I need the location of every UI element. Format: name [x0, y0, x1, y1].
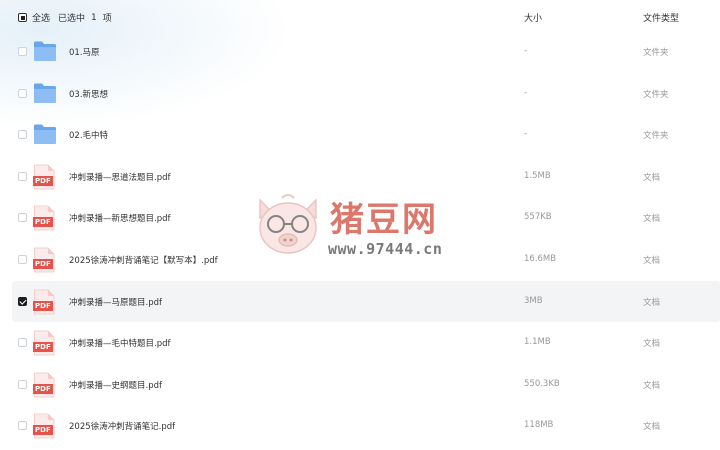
- file-row[interactable]: PDF 2025徐涛冲刺背诵笔记.pdf 118MB 文档: [0, 405, 720, 447]
- file-name[interactable]: 冲刺录播—新思想题目.pdf: [69, 212, 171, 224]
- row-checkbox[interactable]: [18, 47, 27, 56]
- file-size: -: [524, 87, 528, 98]
- pdf-icon: PDF: [33, 247, 57, 273]
- selected-prefix: 已选中: [58, 14, 86, 24]
- pdf-icon: PDF: [33, 330, 57, 356]
- file-manager: 全选 已选中 1 项 大小 文件类型 01.马原 - 文件夹 03.新思想 - 文件夹 02…: [0, 0, 720, 450]
- file-size: 16.6MB: [524, 253, 557, 264]
- pdf-label: PDF: [33, 425, 53, 436]
- file-size: -: [524, 129, 528, 140]
- row-checkbox[interactable]: [18, 379, 27, 389]
- file-row[interactable]: PDF 冲刺录播—新思想题目.pdf 557KB 文档: [0, 197, 720, 239]
- row-checkbox[interactable]: [18, 338, 27, 348]
- file-name[interactable]: 2025徐涛冲刺背诵笔记.pdf: [69, 420, 175, 432]
- file-row[interactable]: 01.马原 - 文件夹: [0, 31, 720, 73]
- file-name[interactable]: 01.马原: [69, 46, 100, 58]
- pdf-icon: PDF: [33, 289, 57, 315]
- file-name[interactable]: 2025徐涛冲刺背诵笔记【默写本】.pdf: [69, 254, 218, 266]
- row-checkbox[interactable]: [18, 171, 27, 181]
- file-size: 1.5MB: [524, 170, 551, 181]
- pdf-icon: PDF: [33, 413, 57, 439]
- file-type: 文件夹: [643, 131, 669, 142]
- folder-icon: [33, 82, 57, 108]
- row-checkbox[interactable]: [18, 130, 27, 140]
- file-size: 550.3KB: [524, 378, 560, 389]
- column-header-size[interactable]: 大小: [524, 11, 542, 24]
- pdf-icon: PDF: [33, 164, 57, 190]
- file-name[interactable]: 冲刺录播—史纲题目.pdf: [69, 379, 162, 391]
- file-list: 01.马原 - 文件夹 03.新思想 - 文件夹 02.毛中特 - 文件夹 PDF 冲刺录播—思道法…: [0, 31, 720, 447]
- file-type: 文档: [643, 339, 661, 350]
- row-checkbox[interactable]: [18, 88, 27, 98]
- file-row[interactable]: PDF 2025徐涛冲刺背诵笔记【默写本】.pdf 16.6MB 文档: [0, 239, 720, 281]
- file-row[interactable]: PDF 冲刺录播—毛中特题目.pdf 1.1MB 文档: [0, 322, 720, 364]
- file-type: 文件夹: [643, 89, 669, 100]
- folder-icon: [33, 123, 57, 149]
- pdf-icon: PDF: [33, 205, 57, 231]
- pdf-icon: PDF: [33, 372, 57, 398]
- selected-count: 1: [91, 12, 97, 23]
- folder-icon: [33, 40, 57, 66]
- file-name[interactable]: 02.毛中特: [69, 129, 108, 141]
- file-type: 文件夹: [643, 48, 669, 58]
- file-type: 文档: [643, 172, 661, 183]
- file-size: 3MB: [524, 295, 543, 306]
- row-checkbox[interactable]: [18, 421, 27, 431]
- file-type: 文档: [643, 422, 661, 433]
- file-type: 文档: [643, 380, 661, 391]
- pdf-label: PDF: [33, 383, 53, 394]
- row-checkbox[interactable]: [18, 213, 27, 223]
- row-checkbox[interactable]: [18, 296, 27, 306]
- pdf-label: PDF: [33, 217, 53, 228]
- select-all-label[interactable]: 全选: [32, 11, 50, 24]
- file-type: 文档: [643, 297, 661, 308]
- file-name[interactable]: 03.新思想: [69, 88, 108, 100]
- file-size: 118MB: [524, 420, 554, 431]
- pdf-label: PDF: [33, 300, 53, 311]
- file-size: -: [524, 46, 528, 56]
- file-row[interactable]: 03.新思想 - 文件夹: [0, 73, 720, 115]
- file-type: 文档: [643, 214, 661, 225]
- file-size: 557KB: [524, 212, 552, 223]
- file-size: 1.1MB: [524, 337, 551, 348]
- pdf-label: PDF: [33, 342, 53, 353]
- column-header-type[interactable]: 文件类型: [643, 11, 679, 24]
- selected-suffix: 项: [102, 14, 112, 24]
- file-name[interactable]: 冲刺录播—毛中特题目.pdf: [69, 337, 171, 349]
- file-row[interactable]: PDF 冲刺录播—史纲题目.pdf 550.3KB 文档: [0, 364, 720, 406]
- pdf-label: PDF: [33, 175, 53, 186]
- pdf-label: PDF: [33, 258, 53, 269]
- file-row[interactable]: PDF 冲刺录播—马原题目.pdf 3MB 文档: [12, 280, 720, 323]
- file-row[interactable]: 02.毛中特 - 文件夹: [0, 114, 720, 156]
- file-name[interactable]: 冲刺录播—思道法题目.pdf: [69, 171, 171, 183]
- select-all-area[interactable]: 全选 已选中 1 项: [18, 11, 120, 24]
- file-row[interactable]: PDF 冲刺录播—思道法题目.pdf 1.5MB 文档: [0, 156, 720, 198]
- file-name[interactable]: 冲刺录播—马原题目.pdf: [69, 296, 162, 308]
- file-type: 文档: [643, 255, 661, 266]
- select-all-checkbox[interactable]: [18, 13, 27, 22]
- row-checkbox[interactable]: [18, 254, 27, 264]
